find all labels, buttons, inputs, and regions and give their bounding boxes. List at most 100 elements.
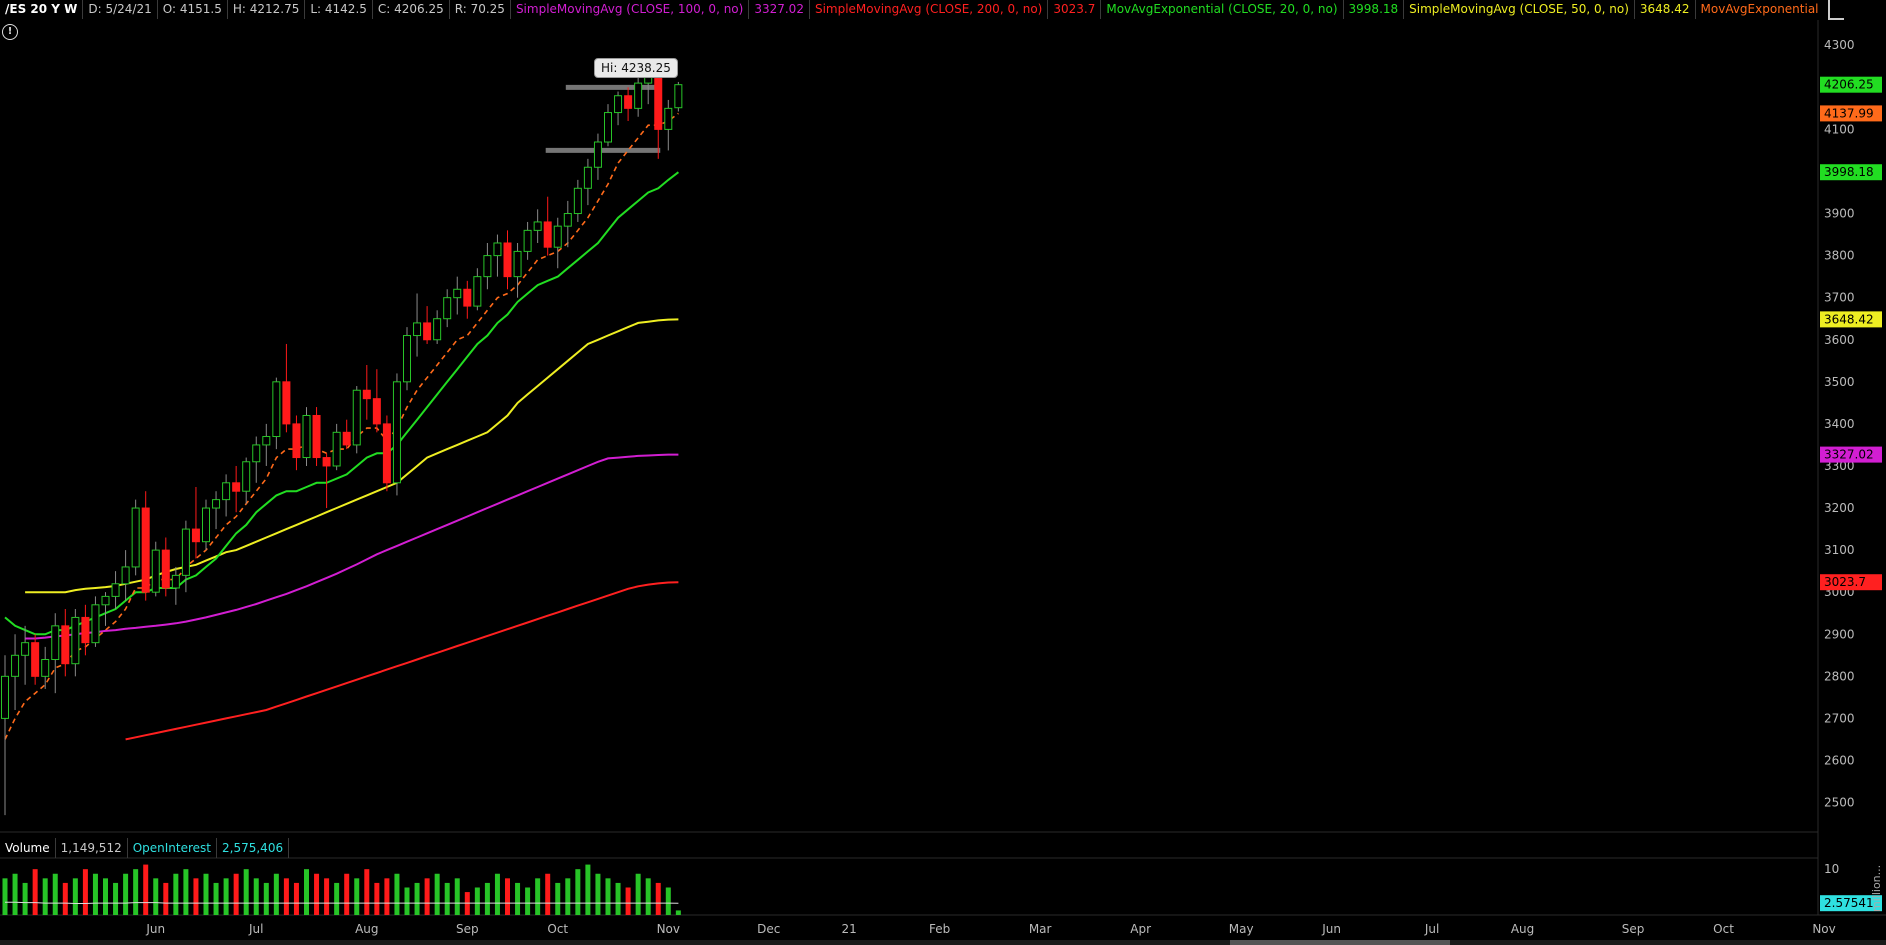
symbol-label[interactable]: /ES 20 Y W [0, 0, 84, 19]
volume-bar [354, 878, 360, 915]
y-tick-label: 2700 [1824, 711, 1855, 725]
volume-bar [173, 873, 179, 915]
volume-bar [163, 882, 169, 915]
volume-bar [22, 882, 28, 915]
volume-bar [605, 878, 611, 915]
volume-bar [123, 873, 129, 915]
volume-bar [414, 882, 420, 915]
x-tick-label: Aug [1511, 922, 1534, 936]
volume-bar [404, 887, 410, 915]
volume-bar [535, 878, 541, 915]
study-sma100-label[interactable]: SimpleMovingAvg (CLOSE, 100, 0, no) [511, 0, 750, 19]
candle-body-up [111, 583, 120, 597]
candle-body-down [31, 642, 40, 677]
volume-bar [575, 869, 581, 915]
candle-body-down [81, 616, 90, 644]
y-tick-label: 3200 [1824, 501, 1855, 515]
candle-body-up [332, 431, 341, 467]
price-badge-text: 4206.25 [1824, 78, 1874, 92]
y-tick-label: 2900 [1824, 627, 1855, 641]
volume-bar [273, 873, 279, 915]
candle-body-up [553, 225, 562, 248]
volume-bar [62, 882, 68, 915]
y-tick-label: 3400 [1824, 417, 1855, 431]
x-tick-label: Nov [657, 922, 680, 936]
candle-body-up [252, 444, 261, 463]
candle-body-up [403, 335, 411, 383]
info-icon[interactable]: ! [2, 24, 18, 40]
candle-body-down [191, 528, 200, 543]
study-sma200-value: 3023.7 [1048, 0, 1102, 19]
close-readout: C: 4206.25 [373, 0, 450, 19]
y-tick-label: 3600 [1824, 333, 1855, 347]
volume-bar [344, 873, 350, 915]
candle-body-up [634, 82, 643, 109]
volume-label[interactable]: Volume [0, 838, 56, 858]
candle-body-up [573, 187, 582, 215]
candle-body-up [262, 436, 271, 446]
candle-body-down [61, 625, 70, 665]
volume-bar [424, 878, 430, 915]
volume-bar [494, 873, 500, 915]
study-ema20-label[interactable]: MovAvgExponential (CLOSE, 20, 0, no) [1101, 0, 1344, 19]
candle-body-down [423, 322, 432, 341]
candle-body-down [362, 389, 371, 400]
volume-bar [92, 873, 98, 915]
x-tick-label: Jun [145, 922, 165, 936]
volume-bar [243, 869, 249, 915]
candle-body-up [1, 675, 9, 719]
volume-header: Volume 1,149,512 OpenInterest 2,575,406 [0, 838, 290, 858]
price-badge-text: 4137.99 [1824, 106, 1874, 120]
y-tick-label: 2600 [1824, 753, 1855, 767]
x-tick-label: Oct [1713, 922, 1734, 936]
volume-bar [103, 878, 108, 915]
y-tick-label: 3100 [1824, 543, 1855, 557]
candle-body-up [101, 595, 110, 606]
study-sma50-label[interactable]: SimpleMovingAvg (CLOSE, 50, 0, no) [1404, 0, 1635, 19]
price-chart[interactable]: 2500260027002800290030003100320033003400… [0, 0, 1886, 945]
candle-body-up [222, 482, 231, 501]
chart-settings-icon[interactable] [1828, 0, 1844, 20]
candle-body-down [463, 288, 472, 307]
volume-bar [645, 878, 651, 915]
candle-body-up [352, 389, 361, 446]
volume-value: 1,149,512 [56, 838, 128, 858]
candle-body-up [272, 381, 281, 438]
volume-bar [223, 878, 229, 915]
y-tick-label: 3900 [1824, 207, 1855, 221]
chart-window: 2500 2600 2700 2800 2900 3000 3100 3200 3300 3400… [0, 0, 1886, 945]
open-interest-label[interactable]: OpenInterest [128, 838, 218, 858]
candle-body-up [242, 461, 251, 492]
volume-bar [384, 878, 390, 915]
candle-body-up [593, 141, 602, 168]
volume-bar [515, 882, 521, 915]
volume-bar [42, 878, 48, 915]
volume-bar [72, 878, 78, 915]
volume-bar [304, 869, 309, 915]
candle-body-up [413, 322, 422, 337]
study-ema8-label[interactable]: MovAvgExponential (CLOSE, 8, 0, no) [1696, 0, 1820, 19]
candle-body-up [41, 659, 50, 677]
volume-bar [82, 869, 88, 915]
volume-bar [293, 882, 299, 915]
candle-body-up [51, 625, 60, 661]
sma100-line [25, 453, 679, 640]
candle-body-down [322, 457, 331, 467]
volume-bar [314, 873, 320, 915]
oi-badge-text: 2.57541 [1824, 896, 1874, 910]
candle-body-up [151, 549, 160, 593]
volume-bar [565, 878, 571, 915]
candle-body-down [543, 221, 552, 248]
x-tick-label: Dec [757, 922, 780, 936]
candle-body-down [282, 381, 291, 425]
candle-body-up [302, 414, 311, 459]
x-tick-label: Apr [1130, 922, 1151, 936]
study-sma200-label[interactable]: SimpleMovingAvg (CLOSE, 200, 0, no) [810, 0, 1049, 19]
volume-bar [193, 878, 199, 915]
price-badge-text: 3648.42 [1824, 312, 1874, 326]
candle-body-up [614, 95, 623, 114]
volume-bar [233, 873, 239, 915]
candle-body-up [11, 654, 20, 677]
candle-body-up [433, 318, 442, 341]
candle-body-up [664, 107, 673, 130]
